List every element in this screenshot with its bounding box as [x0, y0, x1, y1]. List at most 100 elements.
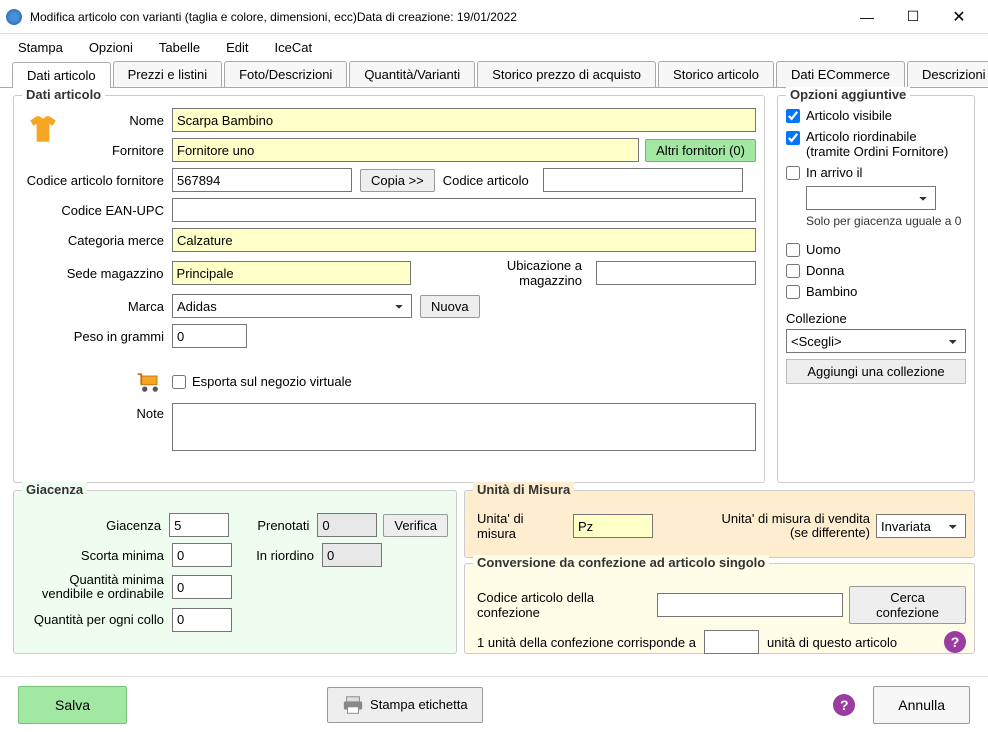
unita-select[interactable]: Pz [573, 514, 653, 538]
maximize-button[interactable]: ☐ [890, 2, 936, 32]
aggiungi-collezione-button[interactable]: Aggiungi una collezione [786, 359, 966, 384]
tab-ecommerce[interactable]: Dati ECommerce [776, 61, 905, 87]
nome-input[interactable] [172, 108, 756, 132]
ubicazione-label: Ubicazione a magazzino [441, 258, 590, 288]
categoria-select[interactable]: Calzature [172, 228, 756, 252]
tab-storico-articolo[interactable]: Storico articolo [658, 61, 774, 87]
categoria-label: Categoria merce [22, 233, 172, 248]
menu-tabelle[interactable]: Tabelle [147, 37, 212, 58]
ubicazione-input[interactable] [596, 261, 756, 285]
riordinabile-row[interactable]: Articolo riordinabile (tramite Ordini Fo… [786, 129, 966, 159]
uomo-row[interactable]: Uomo [786, 242, 966, 257]
scorta-label: Scorta minima [22, 548, 172, 563]
codice-fornitore-input[interactable] [172, 168, 352, 192]
esporta-checkbox[interactable] [172, 375, 186, 389]
donna-label: Donna [806, 263, 844, 278]
close-button[interactable]: ✕ [936, 2, 982, 32]
printer-icon [342, 695, 364, 715]
copia-button[interactable]: Copia >> [360, 169, 435, 192]
stock-group-title: Giacenza [22, 482, 87, 497]
help-icon-footer[interactable]: ? [833, 694, 855, 716]
visibile-row[interactable]: Articolo visibile [786, 108, 966, 123]
window-title: Modifica articolo con varianti (taglia e… [30, 10, 844, 24]
stampa-etichetta-label: Stampa etichetta [370, 697, 468, 712]
conv-text-2: unità di questo articolo [767, 635, 897, 650]
collo-label: Quantità per ogni collo [22, 612, 172, 627]
options-group-title: Opzioni aggiuntive [786, 87, 910, 102]
bambino-label: Bambino [806, 284, 857, 299]
tab-descrizioni[interactable]: Descrizioni E... [907, 61, 988, 87]
scorta-input[interactable] [172, 543, 232, 567]
tab-storico-prezzo[interactable]: Storico prezzo di acquisto [477, 61, 656, 87]
giacenza-input[interactable] [169, 513, 229, 537]
fornitore-select[interactable]: Fornitore uno [172, 138, 639, 162]
bambino-checkbox[interactable] [786, 285, 800, 299]
conv-codice-input[interactable] [657, 593, 843, 617]
tab-prezzi[interactable]: Prezzi e listini [113, 61, 222, 87]
note-textarea[interactable] [172, 403, 756, 451]
prenotati-label: Prenotati [229, 518, 317, 533]
visibile-checkbox[interactable] [786, 109, 800, 123]
conv-codice-label: Codice articolo della confezione [473, 590, 649, 620]
menu-edit[interactable]: Edit [214, 37, 260, 58]
riordino-label: In riordino [232, 548, 322, 563]
esporta-label: Esporta sul negozio virtuale [192, 374, 352, 389]
peso-input[interactable] [172, 324, 247, 348]
codice-articolo-input[interactable] [543, 168, 743, 192]
annulla-button[interactable]: Annulla [873, 686, 970, 724]
esporta-checkbox-row[interactable]: Esporta sul negozio virtuale [172, 374, 352, 389]
conv-text-1: 1 unità della confezione corrisponde a [473, 635, 696, 650]
riordino-input [322, 543, 382, 567]
visibile-label: Articolo visibile [806, 108, 892, 123]
uom-group-title: Unità di Misura [473, 482, 574, 497]
uomo-checkbox[interactable] [786, 243, 800, 257]
giacenza-label: Giacenza [22, 518, 169, 533]
tab-quantita[interactable]: Quantità/Varianti [349, 61, 475, 87]
in-arrivo-date-select[interactable] [806, 186, 936, 210]
unita-label: Unita' di misura [473, 511, 573, 541]
in-arrivo-label: In arrivo il [806, 165, 862, 180]
sede-select[interactable]: Principale [172, 261, 411, 285]
marca-label: Marca [22, 299, 172, 314]
stampa-etichetta-button[interactable]: Stampa etichetta [327, 687, 483, 723]
in-arrivo-checkbox[interactable] [786, 166, 800, 180]
conv-qty-input[interactable] [704, 630, 759, 654]
nuova-button[interactable]: Nuova [420, 295, 480, 318]
app-icon [6, 9, 22, 25]
tab-dati-articolo[interactable]: Dati articolo [12, 62, 111, 88]
menu-stampa[interactable]: Stampa [6, 37, 75, 58]
altri-fornitori-button[interactable]: Altri fornitori (0) [645, 139, 756, 162]
qmin-label-2: vendibile e ordinabile [22, 587, 164, 601]
cerca-confezione-button[interactable]: Cerca confezione [849, 586, 966, 624]
verifica-button[interactable]: Verifica [383, 514, 448, 537]
unita-vendita-select[interactable]: Invariata [876, 514, 966, 538]
ean-input[interactable] [172, 198, 756, 222]
menu-opzioni[interactable]: Opzioni [77, 37, 145, 58]
riordinabile-checkbox[interactable] [786, 131, 800, 145]
tshirt-icon [26, 112, 60, 146]
codice-fornitore-label: Codice articolo fornitore [22, 173, 172, 188]
bambino-row[interactable]: Bambino [786, 284, 966, 299]
peso-label: Peso in grammi [22, 329, 172, 344]
marca-select[interactable]: Adidas [172, 294, 412, 318]
salva-button[interactable]: Salva [18, 686, 127, 724]
menu-icecat[interactable]: IceCat [263, 37, 325, 58]
collo-input[interactable] [172, 608, 232, 632]
qmin-label-1: Quantità minima [22, 573, 164, 587]
collezione-label: Collezione [786, 311, 966, 326]
tab-foto[interactable]: Foto/Descrizioni [224, 61, 347, 87]
collezione-select[interactable]: <Scegli> [786, 329, 966, 353]
riordinabile-label-1: Articolo riordinabile [806, 129, 948, 144]
prenotati-input [317, 513, 377, 537]
minimize-button[interactable]: — [844, 2, 890, 32]
in-arrivo-row[interactable]: In arrivo il [786, 165, 966, 180]
fornitore-label: Fornitore [67, 143, 172, 158]
solo-per-label: Solo per giacenza uguale a 0 [806, 214, 966, 228]
codice-articolo-label: Codice articolo [443, 173, 537, 188]
donna-checkbox[interactable] [786, 264, 800, 278]
unita-vendita-label-2: (se differente) [722, 526, 870, 540]
unita-vendita-label-1: Unita' di misura di vendita [722, 512, 870, 526]
help-icon[interactable]: ? [944, 631, 966, 653]
qmin-input[interactable] [172, 575, 232, 599]
donna-row[interactable]: Donna [786, 263, 966, 278]
